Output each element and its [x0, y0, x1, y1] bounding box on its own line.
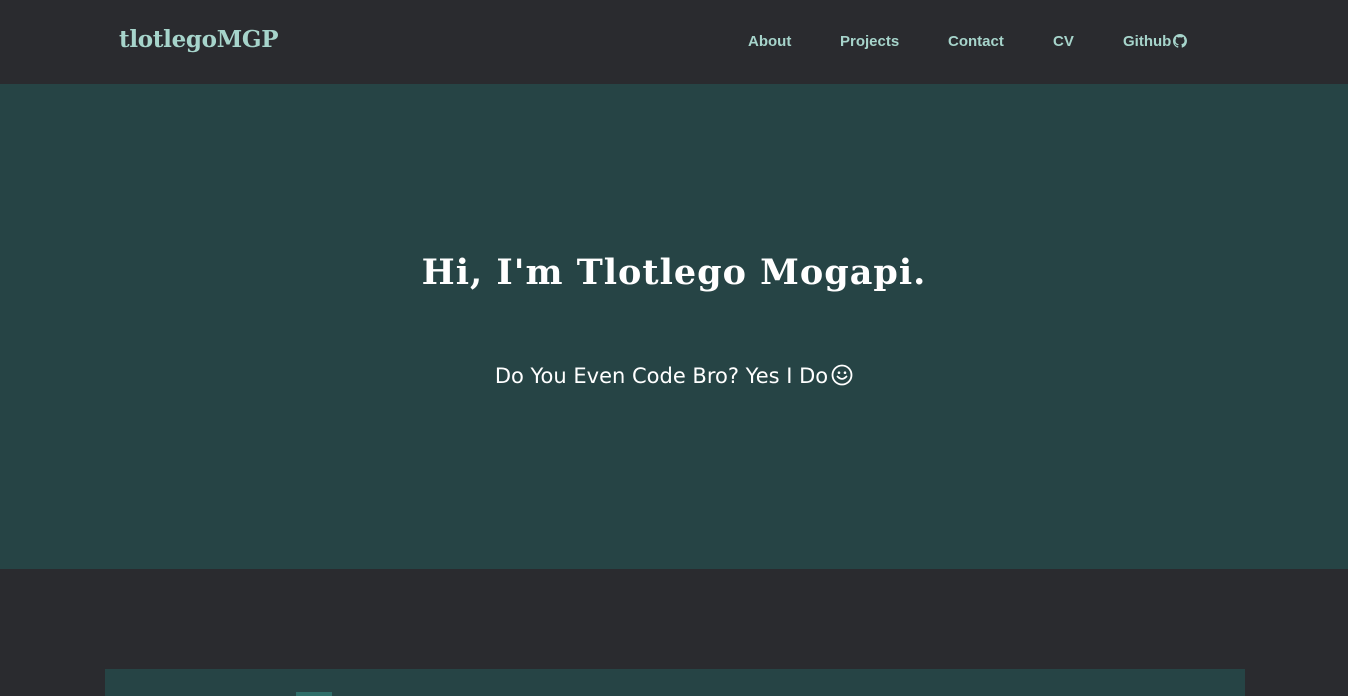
- hero-section: Hi, I'm Tlotlego Mogapi. Do You Even Cod…: [0, 84, 1348, 569]
- github-icon: [1173, 34, 1188, 48]
- nav-link-about[interactable]: About: [748, 33, 791, 51]
- nav-link-contact[interactable]: Contact: [948, 33, 1004, 51]
- brand-logo-link[interactable]: tlotlegoMGP: [119, 26, 279, 53]
- content-card: [105, 669, 1245, 696]
- card-accent-bar: [296, 692, 332, 696]
- nav-link-github[interactable]: Github: [1123, 33, 1188, 51]
- hero-subtitle-text: Do You Even Code Bro? Yes I Do: [494, 364, 829, 388]
- hero-subtitle: Do You Even Code Bro? Yes I Do: [0, 364, 1348, 388]
- hero-title: Hi, I'm Tlotlego Mogapi.: [421, 252, 927, 293]
- nav-link-cv[interactable]: CV: [1053, 33, 1074, 51]
- smile-icon: [831, 364, 853, 386]
- navbar: tlotlegoMGP About Projects Contact CV Gi…: [0, 0, 1348, 84]
- nav-link-projects[interactable]: Projects: [840, 33, 899, 51]
- nav-link-github-label: Github: [1123, 33, 1172, 50]
